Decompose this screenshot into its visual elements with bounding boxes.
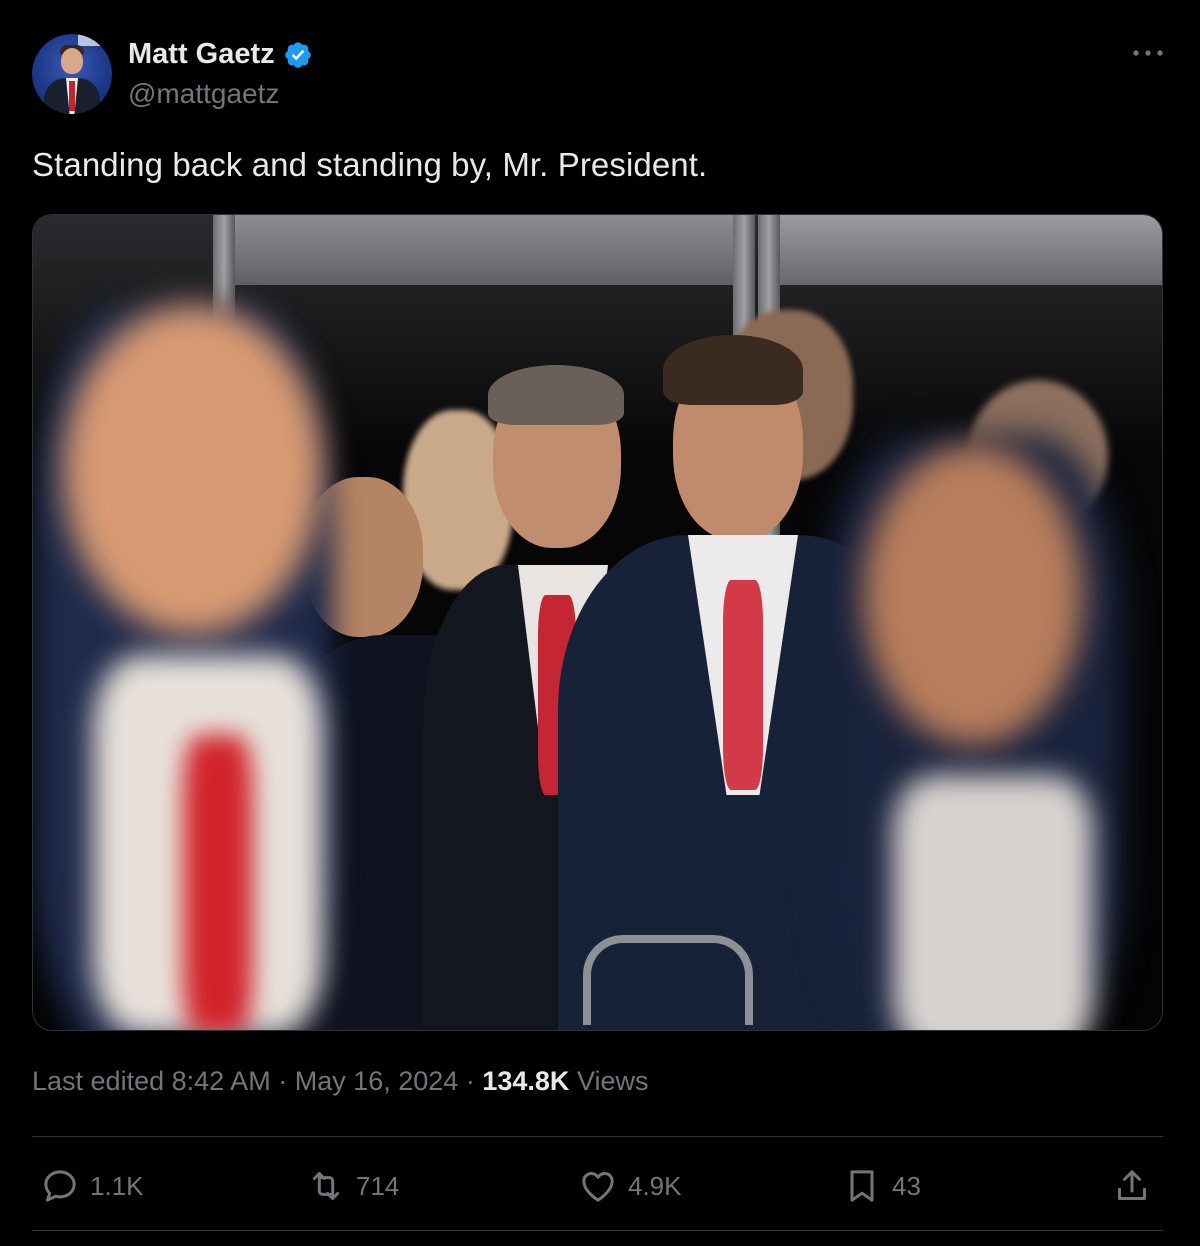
photo-foreground-left-face (63, 305, 323, 635)
tweet-date[interactable]: May 16, 2024 (295, 1066, 459, 1096)
like-count: 4.9K (628, 1170, 682, 1201)
photo-door-frame-left (233, 215, 753, 285)
photo-man-hair (488, 365, 624, 425)
share-button[interactable] (1112, 1160, 1152, 1212)
tweet-time[interactable]: 8:42 AM (172, 1066, 271, 1096)
share-icon (1118, 1170, 1146, 1200)
bookmark-button[interactable]: 43 (842, 1160, 921, 1212)
retweet-button[interactable]: 714 (306, 1160, 399, 1212)
retweet-count: 714 (356, 1170, 400, 1201)
action-bar: 1.1K 714 4.9K 43 (32, 1160, 1163, 1212)
edited-label[interactable]: Last edited (32, 1066, 164, 1096)
meta-separator: · (278, 1066, 288, 1096)
photo-foreground-right-shirt (893, 775, 1093, 1030)
reply-count: 1.1K (90, 1170, 144, 1201)
photo-railing (583, 935, 753, 1025)
meta-separator: · (465, 1066, 475, 1096)
author-name[interactable]: Matt Gaetz (128, 38, 275, 71)
avatar[interactable] (32, 34, 112, 114)
tweet-text: Standing back and standing by, Mr. Presi… (32, 146, 708, 183)
tweet-photo[interactable] (32, 214, 1163, 1031)
photo-door-frame-right (773, 215, 1162, 285)
photo-central-hair (663, 335, 803, 405)
reply-icon (44, 1170, 76, 1202)
author-handle[interactable]: @mattgaetz (128, 78, 279, 110)
divider (32, 1230, 1163, 1231)
retweet-icon (312, 1172, 340, 1200)
tweet-header: Matt Gaetz @mattgaetz (32, 34, 1168, 116)
photo-foreground-left-tie (183, 735, 253, 1030)
reply-button[interactable]: 1.1K (40, 1160, 144, 1212)
verified-badge-icon (284, 41, 311, 68)
photo-central-tie (723, 580, 763, 790)
more-options-icon[interactable] (1128, 40, 1168, 66)
author-name-row: Matt Gaetz (128, 38, 313, 71)
bookmark-icon (850, 1170, 874, 1202)
views-count: 134.8K (482, 1066, 570, 1096)
views-label: Views (576, 1066, 649, 1096)
tweet-meta: Last edited 8:42 AM · May 16, 2024 · 134… (32, 1066, 649, 1097)
heart-icon (582, 1172, 614, 1202)
photo-foreground-right-face (863, 445, 1083, 745)
avatar-tie (69, 81, 75, 111)
bookmark-count: 43 (892, 1170, 921, 1201)
avatar-flag (78, 34, 100, 46)
like-button[interactable]: 4.9K (578, 1160, 682, 1212)
divider (32, 1136, 1163, 1137)
avatar-head (61, 48, 83, 74)
